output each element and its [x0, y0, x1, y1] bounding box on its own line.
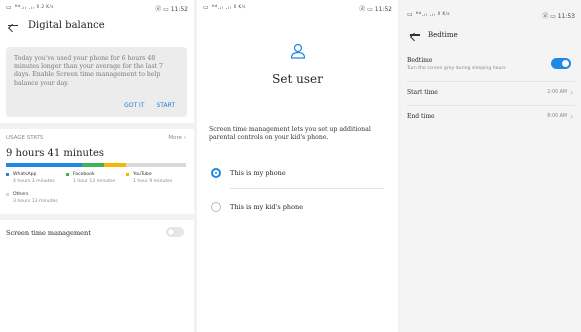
- legend-app-duration: 1 hour 13 minutes: [73, 179, 116, 184]
- page-title: Digital balance: [28, 20, 105, 31]
- bedtime-subtitle: Turn the screen grey during sleeping hou…: [407, 66, 506, 71]
- legend-app-name: Facebook: [73, 172, 95, 177]
- option-my-phone[interactable]: This is my phone: [209, 166, 384, 184]
- legend-app-name: Others: [13, 192, 29, 197]
- more-link[interactable]: More ›: [168, 135, 186, 141]
- battery-time: ⓓ ▭ 11:53: [542, 13, 575, 20]
- screen-time-management-row[interactable]: Screen time management: [6, 227, 186, 237]
- legend-swatch: [6, 193, 9, 196]
- digital-balance-screen: ▭ ᴴᵈ.ᵢₗ .ᵢₗ 0.2 K/s ⓓ ▭ 11:52 Digital ba…: [0, 0, 194, 332]
- bedtime-screen: ▭ ᴴᵈ.ᵢₗ .ᵢₗ 0 K/s ⓓ ▭ 11:53 Bedtime Bedt…: [401, 0, 581, 332]
- user-icon: [290, 43, 306, 59]
- chevron-right-icon: ›: [183, 135, 186, 141]
- usage-bar-segment: [81, 163, 105, 167]
- notice-actions: GOT IT START: [112, 102, 175, 109]
- start-button[interactable]: START: [156, 102, 175, 109]
- set-user-screen: ▭ ᴴᵈ.ᵢₗ .ᵢₗ 0 K/s ⓓ ▭ 11:52 Set user Scr…: [197, 0, 398, 332]
- start-time-label: Start time: [407, 89, 438, 96]
- legend-app-duration: 4 hours 3 minutes: [13, 179, 55, 184]
- bedtime-row[interactable]: Bedtime Turn the screen grey during slee…: [407, 57, 573, 71]
- notice-message: Today you've used your phone for 6 hours…: [14, 55, 163, 87]
- chevron-right-icon[interactable]: ›: [570, 89, 573, 97]
- legend-app-duration: 3 hours 13 minutes: [13, 199, 58, 204]
- start-time-row[interactable]: Start time 2:00 AM ›: [407, 89, 573, 97]
- app-bar: Bedtime: [408, 30, 581, 40]
- option-label: This is my phone: [230, 169, 286, 177]
- start-time-value: 2:00 AM: [547, 90, 567, 95]
- row-divider: [407, 81, 575, 82]
- usage-bar-segment: [125, 163, 186, 167]
- usage-stats-header: USAGE STATS More ›: [6, 135, 186, 141]
- status-bar: ▭ ᴴᵈ.ᵢₗ .ᵢₗ 0.2 K/s ⓓ ▭ 11:52: [6, 4, 188, 14]
- option-label: This is my kid's phone: [230, 203, 304, 211]
- bedtime-label: Bedtime: [407, 57, 433, 64]
- legend-swatch: [6, 173, 9, 176]
- end-time-label: End time: [407, 113, 435, 120]
- got-it-button[interactable]: GOT IT: [124, 102, 144, 109]
- signal-indicators: ▭ ᴴᵈ.ᵢₗ .ᵢₗ 0 K/s: [203, 4, 247, 11]
- app-bar: Digital balance: [6, 20, 194, 31]
- status-bar: ▭ ᴴᵈ.ᵢₗ .ᵢₗ 0 K/s ⓓ ▭ 11:53: [407, 11, 575, 21]
- row-divider: [407, 105, 575, 106]
- option-kids-phone[interactable]: This is my kid's phone: [209, 200, 384, 218]
- radio-selected[interactable]: [211, 168, 221, 178]
- section-divider: [0, 214, 194, 220]
- usage-bar-segment: [104, 163, 126, 167]
- battery-time: ⓓ ▭ 11:52: [155, 6, 188, 13]
- legend-app-name: YouTube: [133, 172, 152, 177]
- signal-indicators: ▭ ᴴᵈ.ᵢₗ .ᵢₗ 0 K/s: [407, 11, 451, 18]
- screen-time-management-label: Screen time management: [6, 229, 91, 237]
- usage-notice-card: Today you've used your phone for 6 hours…: [6, 47, 187, 117]
- back-arrow-icon[interactable]: [408, 30, 422, 40]
- page-title: Bedtime: [428, 31, 458, 39]
- bedtime-toggle[interactable]: [551, 58, 571, 69]
- battery-time: ⓓ ▭ 11:52: [359, 6, 392, 13]
- set-user-description: Screen time management lets you set up a…: [209, 126, 371, 141]
- usage-stats-label: USAGE STATS: [6, 135, 44, 141]
- end-time-value: 8:00 AM: [547, 114, 567, 119]
- end-time-row[interactable]: End time 8:00 AM ›: [407, 113, 573, 121]
- usage-bar-segment: [6, 163, 82, 167]
- chevron-right-icon[interactable]: ›: [570, 113, 573, 121]
- page-title: Set user: [272, 72, 323, 86]
- radio-unselected[interactable]: [211, 202, 221, 212]
- screen-time-toggle[interactable]: [166, 227, 184, 237]
- usage-bar: [6, 163, 186, 167]
- option-divider: [230, 188, 384, 189]
- section-divider: [0, 123, 194, 129]
- back-arrow-icon[interactable]: [6, 21, 20, 31]
- status-bar: ▭ ᴴᵈ.ᵢₗ .ᵢₗ 0 K/s ⓓ ▭ 11:52: [203, 4, 392, 14]
- signal-indicators: ▭ ᴴᵈ.ᵢₗ .ᵢₗ 0.2 K/s: [6, 4, 54, 11]
- legend-app-name: WhatsApp: [13, 172, 37, 177]
- total-usage-time: 9 hours 41 minutes: [6, 148, 105, 159]
- legend-swatch: [66, 173, 69, 176]
- legend-app-duration: 1 hour 9 minutes: [133, 179, 173, 184]
- legend-swatch: [126, 173, 129, 176]
